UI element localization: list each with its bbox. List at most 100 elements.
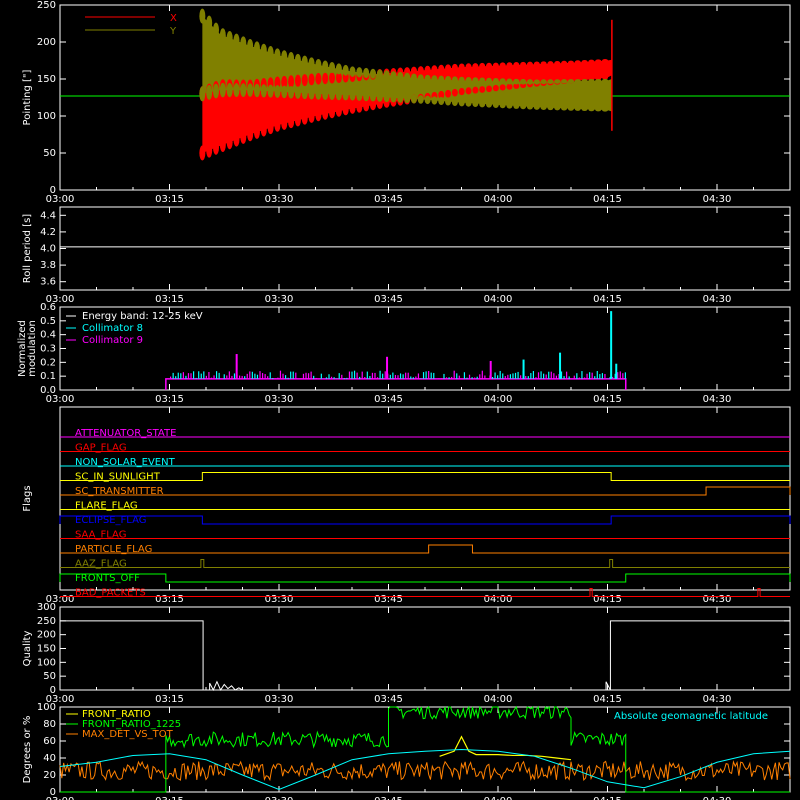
modulation-legend-label: Collimator 9 [82,335,143,346]
flag-label: FRONTS_OFF [75,573,140,584]
pointing-ripple-x [363,101,370,112]
pointing-ripple-y [240,83,247,97]
pointing-ripple-y [431,96,438,105]
modulation-ytick-label: 0.1 [40,371,56,382]
modulation-legend-label: Collimator 8 [82,323,143,334]
pointing-ripple-y [547,105,554,111]
flag-label: NON_SOLAR_EVENT [75,457,176,468]
pointing-ripple-x [540,61,547,67]
modulation-xtick-label: 03:15 [155,394,184,405]
pointing-ripple-x [349,103,356,114]
ratios-xtick-label: 03:15 [155,796,184,800]
pointing-ripple-y [424,74,431,84]
pointing-ripple-y [219,82,226,98]
ratios-ytick-label: 0 [50,787,56,798]
pointing-ripple-y [226,83,233,98]
flag-label: SC_TRANSMITTER [75,486,164,497]
pointing-ripple-y [506,102,513,109]
flags-ylabel: Flags [22,485,33,511]
pointing-ripple-y [349,66,356,77]
roll-period-ytick-label: 3.6 [40,277,56,288]
pointing-ripple-y [472,77,479,85]
flag-label: SAA_FLAG [75,530,126,541]
pointing-ripple-y [520,103,527,110]
pointing-ripple-x [240,130,247,144]
pointing-ripple-x [574,60,581,65]
pointing-ripple-y [486,101,493,108]
pointing-ripple-x [369,100,376,111]
pointing-ripple-y [451,76,458,85]
pointing-ripple-y [540,79,547,85]
pointing-ripple-x [315,73,322,85]
pointing-ripple-y [329,61,336,74]
ratios-legend-label: MAX_DET_VS_TOT [82,729,174,740]
pointing-ripple-y [492,101,499,108]
ratios-ytick-label: 100 [37,702,56,713]
pointing-ripple-x [226,135,233,150]
modulation-ytick-label: 0.3 [40,344,56,355]
pointing-ripple-y [335,63,342,75]
pointing-ripple-x [445,89,452,98]
pointing-ripple-y [513,78,520,85]
pointing-ripple-y [506,78,513,85]
pointing-ripple-x [199,145,206,161]
pointing-ripple-y [322,60,329,72]
modulation-xtick-label: 04:30 [703,394,732,405]
ratios-xtick-label: 04:15 [593,796,622,800]
pointing-ripple-y [308,87,315,100]
pointing-ripple-x [445,64,452,73]
pointing-ripple-y [376,92,383,102]
pointing-ripple-x [554,60,561,66]
ratios-xtick-label: 04:00 [484,796,513,800]
modulation-xtick-label: 04:00 [484,394,513,405]
pointing-ripple-y [526,79,533,85]
roll-period-xtick-label: 03:15 [155,294,184,305]
pointing-ytick-label: 50 [43,148,56,159]
quality-xtick-label: 03:45 [374,694,403,705]
pointing-ripple-y [465,99,472,107]
modulation-xtick-label: 04:15 [593,394,622,405]
pointing-ytick-label: 200 [37,37,56,48]
pointing-ripple-y [595,108,602,112]
flag-label: SC_IN_SUNLIGHT [75,472,161,483]
ratios-xtick-label: 03:30 [265,796,294,800]
pointing-ripple-y [206,85,213,100]
pointing-ytick-label: 250 [37,0,56,11]
pointing-ripple-y [363,67,370,79]
pointing-ripple-x [499,84,506,91]
pointing-ripple-y [410,73,417,83]
pointing-legend-label: Y [169,26,177,37]
ratios-ylabel: Degrees or % [22,716,33,784]
pointing-ripple-x [356,102,363,113]
pointing-ripple-x [329,107,336,119]
pointing-ripple-y [499,78,506,85]
pointing-ripple-x [315,109,322,122]
pointing-ripple-y [267,84,274,98]
pointing-ripple-y [540,104,547,110]
pointing-xtick-label: 03:45 [374,194,403,205]
pointing-ripple-y [581,79,588,83]
flag-label: BAD_PACKETS [75,588,146,599]
quality-ylabel: Quality [22,631,33,667]
pointing-ripple-x [281,117,288,130]
quality-ytick-label: 200 [37,630,56,641]
pointing-ripple-x [602,59,609,63]
modulation-ytick-label: 0.0 [40,385,56,396]
pointing-ripple-x [288,75,295,88]
pointing-ripple-y [390,93,397,103]
pointing-ripple-y [329,88,336,101]
pointing-ripple-y [369,91,376,102]
pointing-ripple-y [445,97,452,106]
pointing-ripple-x [260,123,267,137]
pointing-ripple-y [206,15,213,31]
pointing-ripple-y [465,77,472,85]
pointing-ripple-y [260,84,267,98]
roll-period-ytick-label: 3.8 [40,260,56,271]
pointing-xtick-label: 03:15 [155,194,184,205]
modulation-ylabel-2: modulation [27,320,38,377]
pointing-ripple-y [567,106,574,111]
pointing-ripple-y [335,89,342,101]
pointing-legend-label: X [170,13,177,24]
roll-period-xtick-label: 04:30 [703,294,732,305]
pointing-ripple-x [438,64,445,73]
